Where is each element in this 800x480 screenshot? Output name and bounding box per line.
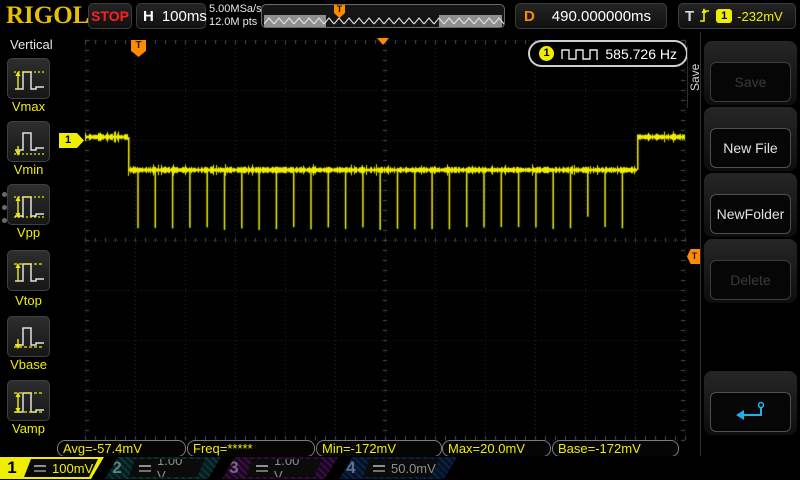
channel-3-number: 3 (229, 458, 239, 477)
sidebar-item-vtop-label: Vtop (15, 293, 42, 308)
vmin-icon (13, 131, 44, 156)
sidebar-title: Vertical (10, 37, 53, 52)
channel-2-scale: 1.00 V (157, 453, 183, 480)
channel-4-scale: 50.0mV (391, 460, 436, 476)
sidebar-item-vbase[interactable] (7, 316, 50, 357)
trigger-box[interactable]: T 1 -232mV (678, 3, 796, 29)
dc-coupling-icon (139, 464, 151, 473)
run-state-indicator[interactable]: STOP (88, 3, 132, 29)
channel-4-number: 4 (346, 458, 356, 477)
measurement-freq[interactable]: Freq=***** (187, 440, 315, 457)
sidebar-item-vtop[interactable] (7, 250, 50, 291)
menu-button-new-folder[interactable]: NewFolder (710, 194, 791, 234)
sidebar-item-vamp[interactable] (7, 380, 50, 421)
menu-cell: Delete (704, 239, 797, 303)
sidebar-item-vmax-label: Vmax (11, 99, 46, 114)
sidebar-item-vbase-label: Vbase (10, 357, 47, 372)
page-indicator-dot (2, 205, 7, 210)
center-position-icon (377, 38, 389, 45)
menu-button-new-file[interactable]: New File (710, 128, 791, 168)
dc-coupling-icon (34, 464, 46, 473)
delay-label: D (524, 7, 535, 25)
channel-4-settings: 50.0mV (363, 459, 439, 477)
channel-1-settings: 100mV (24, 459, 98, 477)
vbase-icon (13, 326, 44, 349)
menu-tab-save: Save (687, 46, 702, 108)
frequency-counter: 1 585.726 Hz (528, 40, 688, 67)
measurement-base[interactable]: Base=-172mV (552, 440, 679, 457)
channel-2-settings: 1.00 V (129, 459, 205, 477)
channel-1-status[interactable]: 1 100mV (0, 457, 104, 479)
sample-rate: 5.00MSa/s (209, 3, 262, 15)
menu-cell: Save (704, 41, 797, 105)
vtop-icon (13, 262, 44, 282)
channel-4-status[interactable]: 4 50.0mV (339, 457, 457, 479)
channel-1-number: 1 (7, 458, 17, 477)
horizontal-menu-box[interactable]: H 100ms (136, 3, 207, 29)
measurement-avg[interactable]: Avg=-57.4mV (57, 440, 186, 457)
channel-3-status[interactable]: 3 1.00 V (222, 457, 338, 479)
trigger-source-badge: 1 (716, 9, 733, 23)
vamp-icon (13, 391, 44, 413)
horizontal-label: H (143, 7, 154, 25)
menu-button-back[interactable] (710, 392, 791, 432)
sidebar-item-vmax[interactable] (7, 58, 50, 99)
counter-source-badge: 1 (539, 46, 554, 61)
sidebar-item-vpp[interactable] (7, 184, 50, 225)
rigol-logo: RIGOL (6, 2, 90, 29)
frequency-value: 585.726 Hz (605, 45, 677, 62)
dc-coupling-icon (373, 464, 385, 473)
channel-1-scale: 100mV (52, 460, 94, 476)
memory-waveform-glyph (264, 15, 504, 27)
waveform-display (57, 32, 700, 456)
sidebar-item-vpp-label: Vpp (16, 225, 41, 240)
vpp-icon (13, 195, 44, 218)
acquisition-info: 5.00MSa/s 12.0M pts (209, 3, 262, 29)
channel-2-status[interactable]: 2 1.00 V (105, 457, 221, 479)
channel-2-number: 2 (112, 458, 122, 477)
memory-depth: 12.0M pts (209, 16, 258, 28)
vmax-icon (13, 70, 44, 90)
menu-button-save[interactable]: Save (710, 62, 791, 102)
delay-value: 490.000000ms (551, 7, 652, 25)
menu-cell: NewFolder (704, 173, 797, 237)
return-arrow-icon (735, 401, 764, 420)
dc-coupling-icon (256, 464, 268, 473)
sidebar-item-vamp-label: Vamp (12, 421, 45, 436)
timebase-value: 100ms (161, 7, 207, 25)
trigger-level-value: -232mV (737, 8, 783, 24)
measurement-min[interactable]: Min=-172mV (316, 440, 442, 457)
menu-cell (704, 371, 797, 435)
sidebar-item-vmin[interactable] (7, 121, 50, 162)
channel-3-settings: 1.00 V (246, 459, 322, 477)
run-state-label: STOP (91, 8, 129, 24)
page-indicator-dot (2, 218, 7, 223)
oscilloscope-screen: RIGOL STOP H 100ms 5.00MSa/s 12.0M pts T… (0, 0, 800, 480)
channel-status-bar: 1 100mV 2 1.00 V 3 1.00 V 4 50.0mV (0, 456, 800, 480)
memory-position-bar: T (261, 4, 505, 28)
trigger-label: T (685, 7, 695, 25)
page-indicator-dot (2, 192, 7, 197)
square-wave-icon (561, 48, 599, 60)
sidebar-item-vmin-label: Vmin (13, 162, 44, 177)
trigger-edge-icon (700, 8, 710, 22)
channel-3-scale: 1.00 V (274, 453, 300, 480)
measurement-max[interactable]: Max=20.0mV (442, 440, 551, 457)
menu-cell: New File (704, 107, 797, 171)
menu-button-delete[interactable]: Delete (710, 260, 791, 300)
delay-box[interactable]: D 490.000000ms (515, 3, 667, 29)
